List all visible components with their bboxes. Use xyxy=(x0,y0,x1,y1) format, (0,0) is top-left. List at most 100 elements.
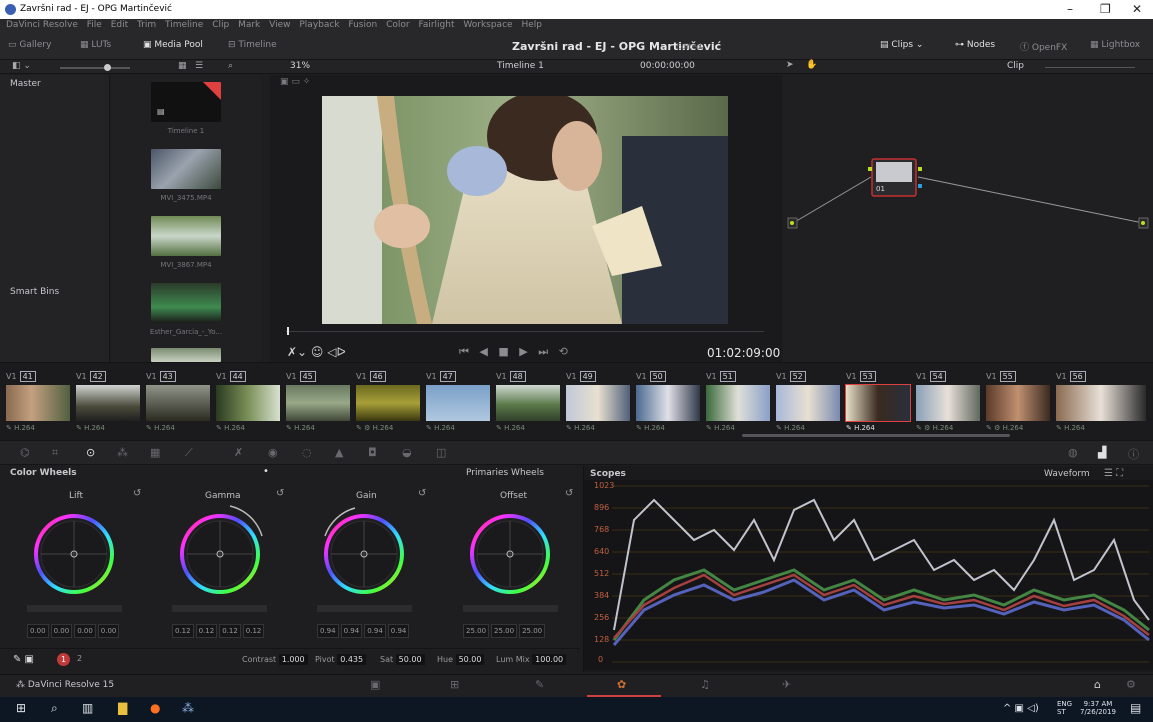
list-view-icon[interactable]: ☰ xyxy=(195,61,203,71)
timeline-button[interactable]: ⊟ Timeline xyxy=(228,40,277,50)
node-output-port[interactable] xyxy=(918,184,922,188)
menu-fairlight[interactable]: Fairlight xyxy=(418,20,454,30)
timeline-clip[interactable]: V1 50 ✎ H.264 xyxy=(636,371,700,433)
grid-view-icon[interactable]: ▦ xyxy=(178,61,187,71)
deliver-page-icon[interactable]: ✈ xyxy=(782,678,791,691)
clips-button[interactable]: ▤ Clips ⌄ xyxy=(880,40,923,50)
slider-handle[interactable] xyxy=(104,64,111,71)
offset-reset-icon[interactable]: ↺ xyxy=(565,488,573,499)
gamma-wheel[interactable] xyxy=(180,505,263,594)
gallery-button[interactable]: ▭ Gallery xyxy=(8,40,51,50)
home-icon[interactable]: ⌂ xyxy=(1094,678,1101,691)
media-clip-thumbnail[interactable] xyxy=(151,348,221,362)
timeline-clip[interactable]: V1 54 ✎ ⚙ H.264 xyxy=(916,371,980,433)
clip-mode-selector[interactable]: Clip xyxy=(1007,61,1024,71)
notifications-icon[interactable]: ▤ xyxy=(1130,701,1141,715)
settings-gear-icon[interactable]: ⚙ xyxy=(1126,678,1136,691)
timeline-clip[interactable]: V1 55 ✎ ⚙ H.264 xyxy=(986,371,1050,433)
key-icon[interactable]: ◘ xyxy=(368,446,377,459)
menu-mark[interactable]: Mark xyxy=(238,20,260,30)
scopes-toggle-icon[interactable]: ◍ xyxy=(1068,446,1078,459)
maximize-button[interactable]: ❐ xyxy=(1100,2,1111,16)
timeline-clip[interactable]: V1 47 ✎ H.264 xyxy=(426,371,490,433)
timeline-clip[interactable]: V1 51 ✎ H.264 xyxy=(706,371,770,433)
stop-icon[interactable]: ■ xyxy=(498,345,508,358)
gain-master-wheel[interactable] xyxy=(317,605,412,612)
hand-icon[interactable]: ✋ xyxy=(806,60,817,70)
tools-icon[interactable]: ✗⌄ ☺ ◁ᐅ xyxy=(287,345,346,359)
menu-workspace[interactable]: Workspace xyxy=(463,20,512,30)
auto-balance-icon[interactable]: ✎ ▣ xyxy=(13,654,34,665)
language-indicator[interactable]: ENG ST xyxy=(1057,700,1072,716)
media-page-icon[interactable]: ▣ xyxy=(370,678,380,691)
playhead[interactable] xyxy=(287,327,289,335)
color-page-icon[interactable]: ✿ xyxy=(617,678,626,691)
page-2-button[interactable]: 2 xyxy=(77,654,82,663)
menu-trim[interactable]: Trim xyxy=(137,20,156,30)
pointer-icon[interactable]: ➤ xyxy=(786,60,794,70)
davinci-taskbar-icon[interactable]: ⁂ xyxy=(182,701,194,715)
menu-edit[interactable]: Edit xyxy=(111,20,128,30)
luts-button[interactable]: ▦ LUTs xyxy=(80,40,111,50)
gamma-reset-icon[interactable]: ↺ xyxy=(276,488,284,499)
gain-reset-icon[interactable]: ↺ xyxy=(418,488,426,499)
media-clip-thumbnail[interactable] xyxy=(151,216,221,256)
color-match-icon[interactable]: ⌗ xyxy=(52,446,58,460)
tracker-icon[interactable]: ◌ xyxy=(302,446,312,459)
timeline-clip[interactable]: V1 45 ✎ H.264 xyxy=(286,371,350,433)
firefox-icon[interactable]: ● xyxy=(150,701,160,715)
jump-start-icon[interactable]: ⏮ xyxy=(459,345,469,358)
timeline-clip[interactable]: V1 48 ✎ H.264 xyxy=(496,371,560,433)
timeline-clip[interactable]: V1 52 ✎ H.264 xyxy=(776,371,840,433)
step-back-icon[interactable]: ◀ xyxy=(479,345,487,358)
qualifier-icon[interactable]: ✗ xyxy=(234,446,243,459)
loop-icon[interactable]: ⟲ xyxy=(559,345,568,358)
timeline-selector[interactable]: Timeline 1 xyxy=(497,61,544,71)
page-1-button[interactable]: 1 xyxy=(57,653,70,666)
timeline-scrollbar[interactable] xyxy=(742,434,1010,437)
layout-icon[interactable]: ◧ ⌄ xyxy=(12,61,31,71)
offset-wheel[interactable] xyxy=(470,514,550,594)
menu-help[interactable]: Help xyxy=(521,20,542,30)
windows-start-icon[interactable]: ⊞ xyxy=(16,701,26,715)
timeline-clip[interactable]: V1 46 ✎ ⚙ H.264 xyxy=(356,371,420,433)
lift-reset-icon[interactable]: ↺ xyxy=(133,488,141,499)
menu-clip[interactable]: Clip xyxy=(212,20,229,30)
lift-master-wheel[interactable] xyxy=(27,605,122,612)
openfx-button[interactable]: ⓕ OpenFX xyxy=(1020,40,1067,53)
window-icon[interactable]: ◉ xyxy=(268,446,278,459)
lift-wheel[interactable] xyxy=(34,514,114,594)
fusion-page-icon[interactable]: ✎ xyxy=(535,678,544,691)
viewer-scrubber[interactable] xyxy=(286,331,764,332)
menu-timeline[interactable]: Timeline xyxy=(165,20,203,30)
audio-clip-thumbnail[interactable] xyxy=(151,283,221,323)
scope-settings-icon[interactable]: ☰ ⛶ xyxy=(1104,468,1123,479)
search-icon[interactable]: ⌕ xyxy=(51,701,58,716)
offset-master-wheel[interactable] xyxy=(463,605,558,612)
3d-icon[interactable]: ◫ xyxy=(436,446,446,459)
minimize-button[interactable]: – xyxy=(1067,2,1073,16)
scope-mode-selector[interactable]: Waveform xyxy=(1044,469,1090,479)
menu-color[interactable]: Color xyxy=(386,20,410,30)
camera-raw-icon[interactable]: ⌬ xyxy=(20,446,30,459)
timeline-clip[interactable]: V1 43 ✎ H.264 xyxy=(146,371,210,433)
waveform-icon[interactable]: ▟ xyxy=(1098,446,1106,459)
lightbox-button[interactable]: ▦ Lightbox xyxy=(1090,40,1140,50)
menu-view[interactable]: View xyxy=(269,20,290,30)
node-input-port[interactable] xyxy=(868,167,872,171)
media-clip-thumbnail[interactable]: ▤ xyxy=(151,82,221,122)
edit-page-icon[interactable]: ⊞ xyxy=(450,678,459,691)
fairlight-page-icon[interactable]: ♫ xyxy=(700,678,710,691)
node-output-port[interactable] xyxy=(918,167,922,171)
master-bin[interactable]: Master xyxy=(10,79,41,89)
search-icon[interactable]: ⌕ xyxy=(228,61,233,71)
rgb-mixer-icon[interactable]: ⁂ xyxy=(117,446,128,459)
timeline-clip[interactable]: V1 56 ✎ H.264 xyxy=(1056,371,1146,433)
viewer-layout-icon[interactable]: ▣ ▭ ✧ xyxy=(280,77,310,87)
timeline-clip[interactable]: V1 42 ✎ H.264 xyxy=(76,371,140,433)
play-icon[interactable]: ▶ xyxy=(519,345,527,358)
nodes-button[interactable]: ⊶ Nodes xyxy=(955,40,995,50)
bin-zoom-slider[interactable] xyxy=(60,64,130,71)
color-wheels-icon[interactable]: ⊙ xyxy=(86,446,95,459)
sizing-icon[interactable]: ◒ xyxy=(402,446,412,459)
